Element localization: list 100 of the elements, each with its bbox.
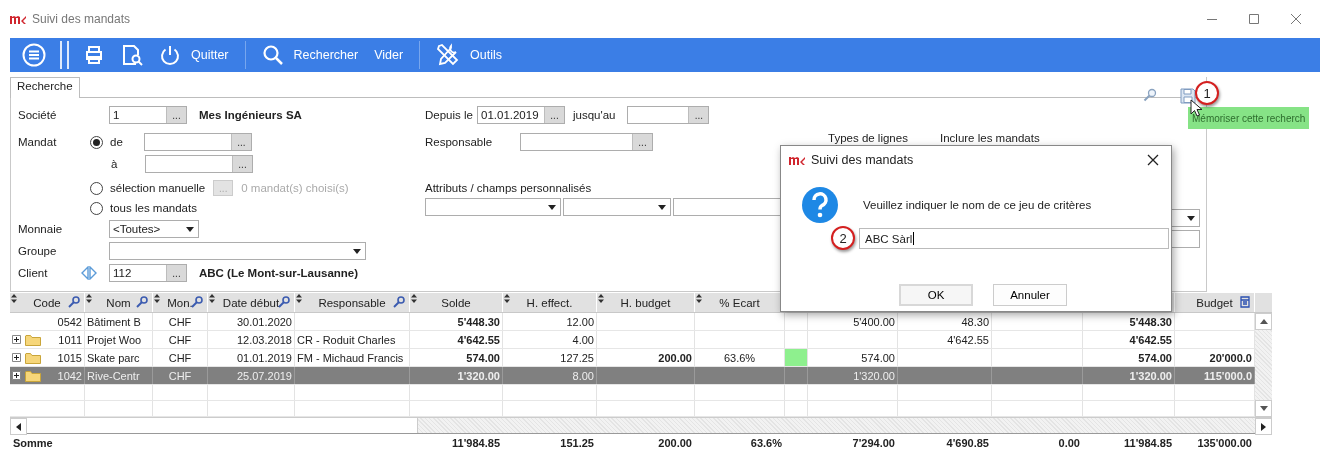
- table-row[interactable]: 0542 Bâtiment B CHF 30.01.2020 5'448.30 12.00 5'400.00 48.30 5'448.30: [10, 313, 1255, 331]
- table-cell: 12.03.2018: [236, 333, 292, 346]
- table-cell: 1042: [57, 369, 82, 382]
- total-cell: 135'000.00: [1197, 437, 1252, 449]
- table-cell: CHF: [168, 315, 192, 328]
- column-header[interactable]: Solde: [410, 293, 503, 312]
- toolbar-grip: [60, 41, 69, 69]
- sort-icon: [411, 294, 417, 303]
- name-input-field[interactable]: ABC Sàrl: [859, 228, 1169, 249]
- sort-icon: [296, 294, 302, 303]
- table-cell: 1011: [58, 333, 82, 346]
- close-button[interactable]: [1147, 154, 1159, 166]
- table-cell: 5'448.30: [1129, 315, 1172, 328]
- search-button[interactable]: Rechercher: [253, 40, 367, 70]
- browse-button[interactable]: ...: [166, 265, 186, 281]
- window-title: Suivi des mandats: [32, 12, 131, 26]
- field-label: Responsable: [425, 136, 494, 148]
- header-label: Budget: [1196, 296, 1233, 309]
- field-label: Monnaie: [18, 223, 64, 235]
- browse-button[interactable]: ...: [230, 134, 251, 150]
- scroll-up-icon: [1259, 319, 1268, 324]
- group-dropdown[interactable]: [109, 242, 366, 260]
- table-cell: CHF: [168, 369, 192, 382]
- date-from-field[interactable]: 01.01.2019 ...: [477, 106, 565, 124]
- clear-button[interactable]: Vider: [366, 40, 412, 70]
- column-header[interactable]: Code: [10, 293, 85, 312]
- scroll-down-icon: [1259, 406, 1268, 411]
- callout-badge: 1: [1195, 81, 1219, 105]
- header-label: H. budget: [620, 296, 671, 309]
- browse-button[interactable]: ...: [632, 134, 652, 150]
- mandate-from-field[interactable]: ...: [143, 133, 252, 151]
- column-header[interactable]: H. budget: [597, 293, 695, 312]
- column-header[interactable]: Nom: [85, 293, 153, 312]
- field-label: jusqu'au: [573, 109, 616, 121]
- search-icon: [1143, 88, 1157, 102]
- sort-icon: [11, 294, 17, 303]
- search-tab[interactable]: Recherche: [10, 77, 80, 98]
- table-cell: 63.6%: [723, 351, 756, 364]
- power-icon: [159, 44, 181, 66]
- radio-button[interactable]: [90, 181, 103, 195]
- caret-icon: [547, 204, 556, 210]
- mandate-to-field[interactable]: ...: [145, 155, 253, 173]
- browse-button[interactable]: ...: [688, 107, 709, 123]
- total-cell: 7'294.00: [852, 437, 895, 449]
- table-cell: CHF: [168, 333, 192, 346]
- sort-icon: [209, 294, 215, 303]
- table-row[interactable]: 1011 Projet Woo CHF 12.03.2018 CR - Roduit Charles 4'642.55 4.00 4'642.55 4'642.55: [10, 331, 1255, 349]
- sort-icon: [154, 294, 160, 303]
- company-name: Mes Ingénieurs SA: [199, 109, 302, 121]
- date-to-field[interactable]: ...: [627, 106, 710, 124]
- browse-button[interactable]: ...: [544, 107, 564, 123]
- option-label: sélection manuelle: [110, 182, 206, 194]
- column-header[interactable]: H. effect.: [503, 293, 597, 312]
- currency-dropdown[interactable]: <Toutes>: [109, 220, 199, 238]
- browse-button[interactable]: ...: [232, 156, 252, 172]
- total-cell: 11'984.85: [1124, 437, 1172, 449]
- column-header[interactable]: Date début: [208, 293, 295, 312]
- tools-button[interactable]: Outils: [428, 40, 511, 70]
- header-label: H. effect.: [526, 296, 573, 309]
- close-icon: [1290, 13, 1302, 25]
- manager-field[interactable]: ...: [520, 133, 653, 151]
- dialog-message: Veuillez indiquer le nom de ce jeu de critères: [863, 199, 1092, 211]
- sort-icon: [696, 294, 702, 303]
- expand-icon: [12, 371, 21, 380]
- header-label: Responsable: [318, 296, 386, 309]
- table-cell: 01.01.2019: [236, 351, 292, 364]
- table-cell: 4.00: [572, 333, 594, 346]
- column-header[interactable]: Budget: [1175, 293, 1255, 312]
- expand-icon: [12, 353, 21, 362]
- browse-button[interactable]: ...: [166, 107, 186, 123]
- field-label: Depuis le: [425, 109, 474, 121]
- logo-icon: [10, 14, 26, 24]
- column-header[interactable]: Mon.: [153, 293, 208, 312]
- filter-search-icon: [191, 296, 203, 308]
- maximize-button[interactable]: [1248, 13, 1260, 25]
- vertical-scrollbar[interactable]: [1255, 313, 1272, 417]
- table-row[interactable]: 1042 Rive-Centr CHF 25.07.2019 1'320.00 8.00 1'320.00 1'320.00 115'000.0: [10, 367, 1255, 385]
- power-button[interactable]: Quitter: [151, 40, 237, 70]
- field-label: Client: [18, 267, 49, 279]
- column-header[interactable]: Responsable: [295, 293, 410, 312]
- table-cell: 25.07.2019: [236, 369, 292, 382]
- client-field[interactable]: 112 ...: [109, 264, 187, 282]
- sort-icon: [598, 294, 604, 303]
- radio-button[interactable]: [90, 135, 103, 149]
- table-cell: 115'000.0: [1204, 369, 1252, 382]
- table-cell: 20'000.0: [1209, 351, 1252, 364]
- option-label: tous les mandats: [110, 202, 197, 214]
- total-cell: 0.00: [1058, 437, 1080, 449]
- attribute-dropdown[interactable]: [425, 198, 561, 216]
- dialog-button[interactable]: OK: [899, 284, 973, 306]
- table-cell: 574.00: [1138, 351, 1172, 364]
- horizontal-scrollbar[interactable]: [10, 417, 1272, 434]
- arrows-icon: [81, 266, 97, 280]
- table-cell: Bâtiment B: [87, 315, 141, 328]
- radio-button[interactable]: [90, 201, 103, 215]
- attribute-dropdown[interactable]: [562, 198, 672, 216]
- question-icon: [801, 186, 839, 224]
- dialog-button[interactable]: Annuler: [993, 284, 1067, 306]
- selection-count: 0 mandat(s) choisi(s): [241, 182, 349, 194]
- company-field[interactable]: 1 ...: [109, 106, 187, 124]
